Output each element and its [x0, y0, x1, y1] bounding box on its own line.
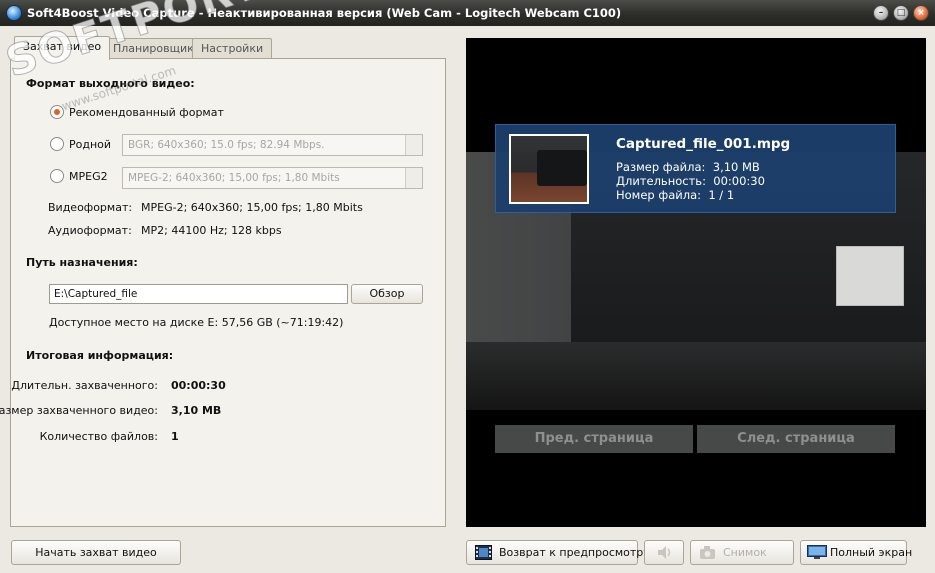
back-to-preview-button[interactable]: Возврат к предпросмотру	[466, 540, 650, 565]
browse-button[interactable]: Обзор	[351, 284, 423, 304]
film-icon	[475, 545, 492, 560]
file-number-line: Номер файла: 1 / 1	[616, 188, 735, 202]
radio-mpeg2[interactable]	[50, 169, 64, 183]
destination-heading: Путь назначения:	[26, 256, 138, 269]
close-button[interactable]: ×	[913, 5, 929, 21]
volume-button[interactable]	[644, 540, 684, 565]
radio-native[interactable]	[50, 137, 64, 151]
file-count-value: 1	[171, 430, 179, 443]
native-format-select[interactable]: BGR; 640x360; 15.0 fps; 82.94 Mbps.	[122, 134, 423, 156]
file-duration-line: Длительность: 00:00:30	[616, 174, 765, 188]
window-title: Soft4Boost Video Capture - Неактивирован…	[27, 6, 622, 20]
destination-path-input[interactable]: E:\Captured_file	[49, 284, 348, 304]
audio-format-value: MP2; 44100 Hz; 128 kbps	[141, 224, 282, 237]
next-page-button[interactable]: След. страница	[697, 425, 895, 453]
radio-native-label: Родной	[69, 138, 112, 151]
minimize-button[interactable]: –	[873, 5, 889, 21]
mpeg2-format-select[interactable]: MPEG-2; 640x360; 15,00 fps; 1,80 Mbits	[122, 167, 423, 189]
file-size-line: Размер файла: 3,10 MB	[616, 160, 760, 174]
video-format-label: Видеоформат:	[48, 201, 133, 214]
file-info-panel: Captured_file_001.mpg Размер файла: 3,10…	[495, 124, 896, 213]
captured-duration-label: Длительн. захваченного:	[11, 379, 158, 392]
speaker-icon	[658, 546, 671, 559]
free-space-text: Доступное место на диске E: 57,56 GB (~7…	[49, 316, 344, 329]
tab-scheduler[interactable]: Планировщик	[104, 38, 203, 60]
monitor-icon	[807, 545, 827, 559]
tab-settings[interactable]: Настройки	[192, 38, 273, 60]
output-format-heading: Формат выходного видео:	[26, 77, 195, 90]
file-thumbnail[interactable]	[509, 134, 589, 204]
radio-recommended-label: Рекомендованный формат	[69, 106, 224, 119]
capture-panel: Формат выходного видео: Рекомендованный …	[0, 58, 446, 527]
camera-icon	[700, 546, 715, 559]
video-preview	[466, 38, 926, 527]
captured-size-label: Размер захваченного видео:	[0, 404, 158, 417]
captured-size-value: 3,10 MB	[171, 404, 222, 417]
radio-mpeg2-label: MPEG2	[69, 170, 108, 183]
dropdown-arrow-icon	[405, 168, 422, 188]
start-capture-button[interactable]: Начать захват видео	[11, 540, 181, 565]
title-bar: Soft4Boost Video Capture - Неактивирован…	[0, 0, 935, 26]
app-icon	[6, 5, 22, 21]
prev-page-button[interactable]: Пред. страница	[495, 425, 693, 453]
radio-recommended[interactable]	[50, 105, 64, 119]
fullscreen-button[interactable]: Полный экран	[800, 540, 912, 565]
summary-heading: Итоговая информация:	[26, 349, 174, 362]
file-name: Captured_file_001.mpg	[616, 136, 791, 152]
snapshot-button[interactable]: Снимок	[690, 540, 794, 565]
file-count-label: Количество файлов:	[39, 430, 158, 443]
tab-capture[interactable]: Захват видео	[14, 36, 111, 60]
audio-format-label: Аудиоформат:	[48, 224, 132, 237]
captured-duration-value: 00:00:30	[171, 379, 226, 392]
maximize-button[interactable]: □	[893, 5, 909, 21]
dropdown-arrow-icon	[405, 135, 422, 155]
video-format-value: MPEG-2; 640x360; 15,00 fps; 1,80 Mbits	[141, 201, 363, 214]
